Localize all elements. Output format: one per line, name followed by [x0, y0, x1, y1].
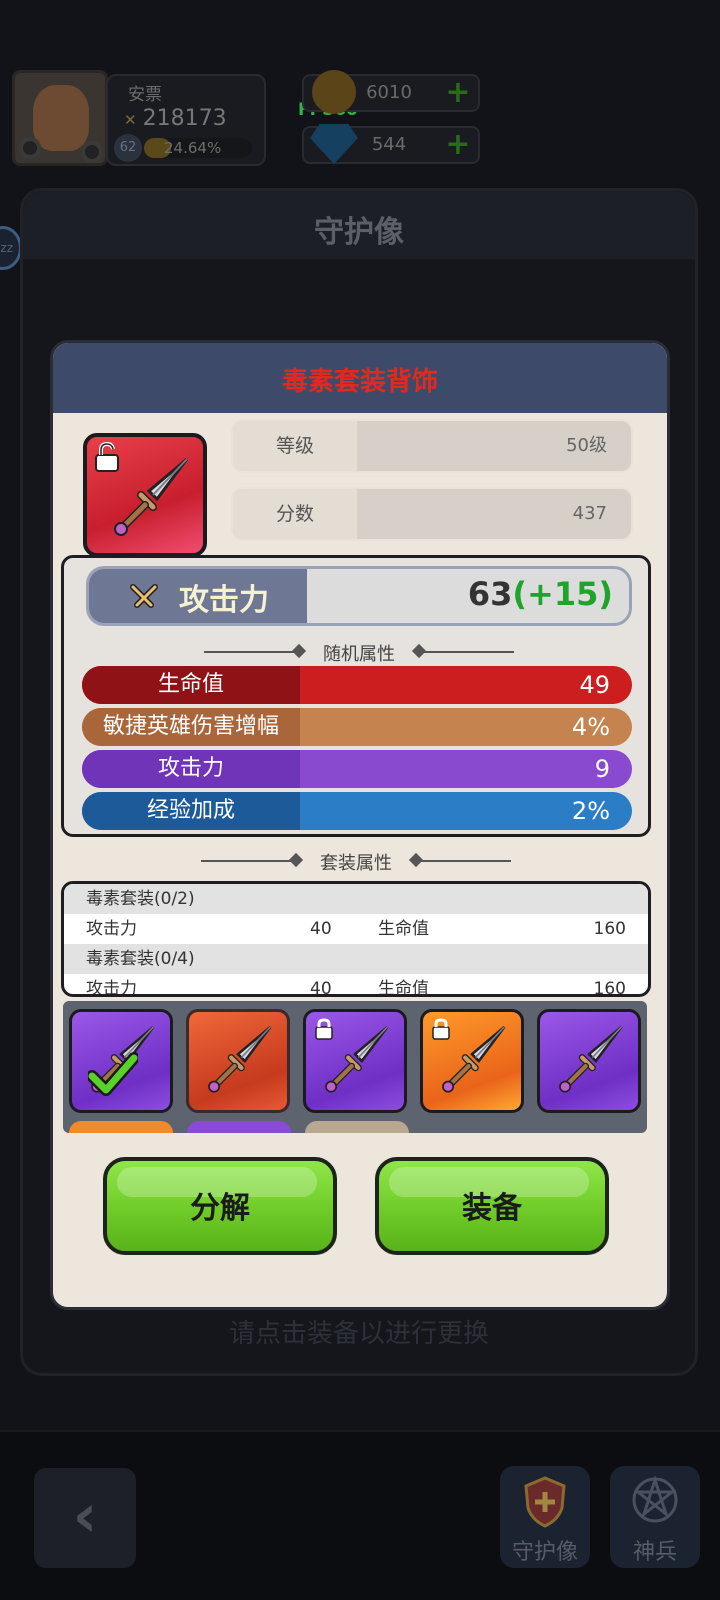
- player-info: 安票 ✕ 218173 62 24.64%: [106, 74, 266, 166]
- inventory-slot[interactable]: [186, 1009, 290, 1113]
- inventory-slot-peek[interactable]: [187, 1121, 291, 1133]
- set-stat-label: 攻击力: [86, 919, 137, 939]
- xp-percent: 24.64%: [164, 139, 222, 157]
- inventory-slot[interactable]: [69, 1009, 173, 1113]
- inventory-slot[interactable]: [537, 1009, 641, 1113]
- set-stat-label: 生命值: [378, 979, 429, 997]
- nav-guardian-label: 守护像: [511, 1540, 578, 1565]
- random-stat-row: 敏捷英雄伤害增幅 4%: [82, 708, 632, 746]
- score-row: 分数 437: [231, 487, 633, 541]
- bottom-nav: ‹ 守护像 神兵: [0, 1430, 720, 1600]
- nav-divine-label: 神兵: [632, 1540, 677, 1565]
- player-name: 安票: [128, 85, 162, 105]
- power-value: 218173: [142, 106, 227, 131]
- modal-header: 毒素套装背饰: [53, 343, 667, 413]
- main-attribute-value: 63(+15): [468, 575, 613, 613]
- random-stat-label: 经验加成: [82, 792, 300, 830]
- item-detail-modal: 毒素套装背饰 等级 50级 分数 437 攻击力 63(+15) 随机属性 生命…: [50, 340, 670, 1310]
- random-stat-label: 生命值: [82, 666, 300, 704]
- divider-line: [422, 651, 514, 653]
- random-attr-divider: 随机属性: [204, 640, 514, 665]
- set-row-header: 毒素套装(0/2): [64, 884, 648, 914]
- checkmark-icon: [86, 1052, 140, 1098]
- set-name: 毒素套装(0/2): [86, 889, 195, 909]
- chevron-left-icon: ‹: [72, 1481, 98, 1551]
- set-stat-value: 160: [593, 919, 626, 939]
- random-stat-label: 敏捷英雄伤害增幅: [82, 708, 300, 746]
- equip-button[interactable]: 装备: [375, 1157, 609, 1255]
- gear-icon: [19, 137, 41, 159]
- random-stat-value: 9: [594, 755, 610, 783]
- sword-icon: ✕: [124, 111, 137, 129]
- decompose-button[interactable]: 分解: [103, 1157, 337, 1255]
- set-row: 攻击力 40 生命值 160: [64, 914, 648, 944]
- level-badge: 62: [114, 134, 142, 162]
- xp-bar: 24.64%: [144, 138, 252, 158]
- set-row: 攻击力 40 生命值 160: [64, 974, 648, 997]
- gear-icon: [81, 141, 103, 163]
- inventory-slot[interactable]: [303, 1009, 407, 1113]
- panel-title: 守护像: [314, 215, 404, 250]
- decompose-label: 分解: [190, 1191, 250, 1226]
- attack-value: 63: [467, 575, 513, 613]
- inventory-slot-peek[interactable]: [305, 1121, 409, 1133]
- inventory-grid[interactable]: [63, 1001, 647, 1133]
- add-gold-button[interactable]: +: [444, 78, 472, 108]
- score-label: 分数: [233, 489, 357, 539]
- nav-divine[interactable]: 神兵: [610, 1466, 700, 1568]
- level-value: 50级: [566, 435, 607, 456]
- main-attribute-name: 攻击力: [179, 583, 269, 618]
- level-row: 等级 50级: [231, 419, 633, 473]
- panel-hint: 请点击装备以进行更换: [228, 1319, 489, 1349]
- inventory-slot-peek[interactable]: [69, 1121, 173, 1133]
- random-stat-label: 攻击力: [82, 750, 300, 788]
- set-stat-label: 生命值: [378, 919, 429, 939]
- random-stat-row: 经验加成 2%: [82, 792, 632, 830]
- panel-header: 守护像: [23, 191, 695, 259]
- crossed-swords-icon: [130, 584, 158, 608]
- attribute-box: 攻击力 63(+15) 随机属性 生命值 49 敏捷英雄伤害增幅 4% 攻击力 9 经验加成…: [61, 555, 651, 837]
- pentagram-icon: [632, 1475, 678, 1523]
- set-stat-value: 160: [593, 979, 626, 997]
- combat-power: ✕ 218173: [124, 106, 227, 131]
- item-icon[interactable]: [83, 433, 207, 557]
- set-attr-title: 套装属性: [320, 853, 392, 874]
- random-stat-row: 生命值 49: [82, 666, 632, 704]
- player-avatar[interactable]: [12, 70, 108, 166]
- coin-icon: [312, 70, 356, 114]
- set-row-header: 毒素套装(0/4): [64, 944, 648, 974]
- back-button[interactable]: ‹: [34, 1468, 136, 1568]
- lock-icon: [314, 1018, 334, 1040]
- set-stat-value: 40: [310, 919, 332, 939]
- random-stat-row: 攻击力 9: [82, 750, 632, 788]
- divider-line: [419, 860, 511, 862]
- random-stat-value: 49: [579, 671, 610, 699]
- score-value: 437: [572, 503, 607, 524]
- attack-bonus: (+15): [512, 575, 613, 613]
- nav-guardian[interactable]: 守护像: [500, 1466, 590, 1568]
- dagger-icon: [114, 457, 189, 536]
- item-title: 毒素套装背饰: [281, 367, 438, 397]
- set-attr-divider: 套装属性: [201, 849, 511, 874]
- main-attribute: 攻击力 63(+15): [86, 566, 632, 626]
- set-name: 毒素套装(0/4): [86, 949, 195, 969]
- add-gem-button[interactable]: +: [444, 130, 472, 160]
- equip-label: 装备: [462, 1191, 522, 1226]
- level-label: 等级: [233, 421, 357, 471]
- inventory-slot[interactable]: [420, 1009, 524, 1113]
- lock-icon: [431, 1018, 451, 1040]
- avatar-face: [33, 85, 89, 151]
- random-stat-value: 2%: [571, 797, 610, 825]
- set-stat-label: 攻击力: [86, 979, 137, 997]
- set-bonus-list[interactable]: 毒素套装(0/2) 攻击力 40 生命值 160 毒素套装(0/4) 攻击力 4…: [61, 881, 651, 997]
- random-attr-title: 随机属性: [323, 644, 395, 665]
- top-bar: 安票 ✕218173 62 24.64% FPS60 6010 + 544 +: [0, 60, 720, 170]
- shield-icon: [524, 1476, 566, 1528]
- set-stat-value: 40: [310, 979, 332, 997]
- random-stat-value: 4%: [571, 713, 610, 741]
